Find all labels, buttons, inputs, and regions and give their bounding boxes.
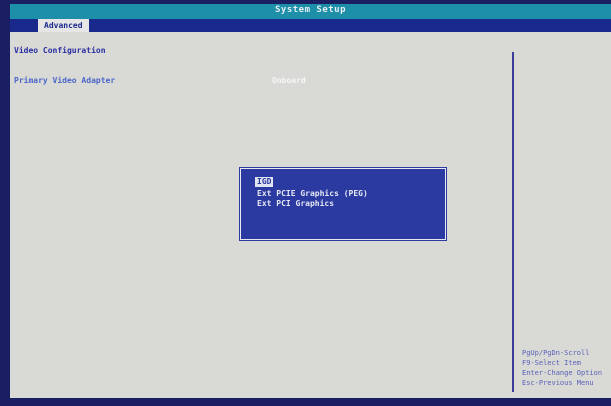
help-line-change: Enter-Change Option [522, 369, 603, 377]
primary-video-adapter-label[interactable]: Primary Video Adapter [14, 76, 115, 85]
content-area: Video Configuration Primary Video Adapte… [10, 32, 611, 398]
title-bar: System Setup [10, 4, 611, 19]
bios-screen: System Setup Advanced Video Configuratio… [0, 0, 611, 406]
help-line-select: F9-Select Item [522, 359, 582, 367]
tab-advanced[interactable]: Advanced [38, 19, 89, 32]
option-popup: IGD Ext PCIE Graphics (PEG) Ext PCI Grap… [240, 168, 446, 240]
help-panel: PgUp/PgDn-Scroll F9-Select Item Enter-Ch… [522, 348, 611, 388]
help-line-scroll: PgUp/PgDn-Scroll [522, 349, 590, 357]
help-divider [512, 52, 514, 392]
popup-option-ext-pcie[interactable]: Ext PCIE Graphics (PEG) [257, 189, 368, 199]
help-line-previous: Esc-Previous Menu [522, 379, 594, 387]
window-title: System Setup [274, 5, 347, 15]
section-title: Video Configuration [14, 46, 106, 55]
primary-video-adapter-value[interactable]: Onboard [272, 76, 306, 85]
popup-option-igd[interactable]: IGD [255, 177, 274, 187]
popup-option-ext-pci[interactable]: Ext PCI Graphics [257, 199, 334, 209]
tab-strip: Advanced [10, 19, 611, 32]
